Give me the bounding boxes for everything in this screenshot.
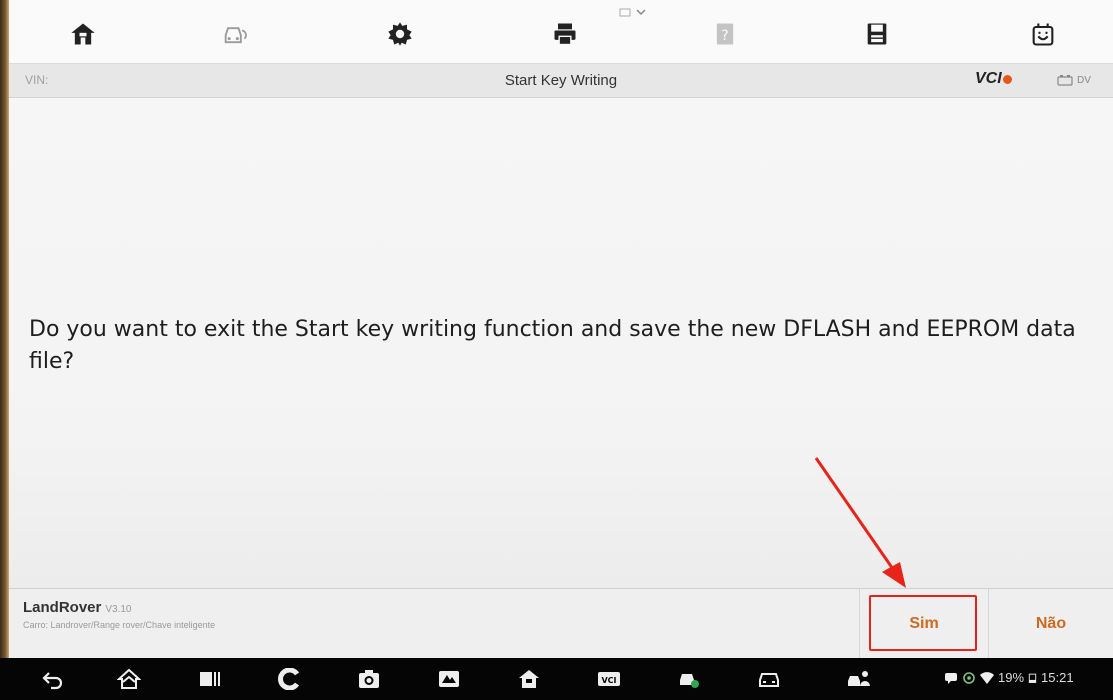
svg-text:?: ?: [721, 28, 728, 44]
recent-apps-icon[interactable]: [196, 667, 222, 691]
vehicle-data-icon[interactable]: [436, 667, 462, 691]
vehicle-make: LandRover V3.10: [23, 599, 132, 616]
save-icon[interactable]: [859, 16, 895, 52]
vci-connection-dot: [1002, 75, 1012, 84]
back-icon[interactable]: [40, 667, 66, 691]
vehicle-swap-icon[interactable]: [217, 16, 253, 52]
remote-support-icon[interactable]: [846, 667, 872, 691]
battery-icon: [1028, 673, 1037, 683]
vci-logo-text: VCI: [975, 70, 1002, 87]
vehicle-path: Carro: Landrover/Range rover/Chave intel…: [23, 620, 216, 630]
svg-text:VCI: VCI: [601, 676, 616, 685]
top-toolbar: ?: [9, 0, 1113, 64]
clock: 15:21: [1041, 670, 1074, 685]
settings-icon[interactable]: [382, 16, 418, 52]
confirmation-message: Do you want to exit the Start key writin…: [29, 317, 1076, 374]
title-bar: VIN: Start Key Writing VCI DV: [9, 64, 1113, 98]
car-icon[interactable]: [756, 667, 782, 691]
app-home-icon[interactable]: [516, 667, 542, 691]
browser-icon[interactable]: [276, 667, 302, 691]
software-version: V3.10: [105, 604, 132, 615]
feedback-icon[interactable]: [1025, 16, 1061, 52]
make-label: LandRover: [23, 599, 102, 616]
wifi-icon: [980, 671, 994, 684]
main-content: Do you want to exit the Start key writin…: [9, 98, 1113, 588]
toolbar-collapse-handle[interactable]: [619, 4, 649, 17]
home-icon[interactable]: [65, 16, 101, 52]
vehicle-battery-status: DV: [1057, 74, 1091, 86]
device-bezel: [0, 0, 9, 660]
car-battery-icon: [1057, 75, 1073, 86]
battery-percent: 19%: [998, 670, 1025, 685]
sync-icon: [963, 671, 975, 684]
android-home-icon[interactable]: [116, 667, 142, 691]
page-title: Start Key Writing: [504, 72, 618, 89]
vci-manager-icon[interactable]: VCI: [596, 667, 622, 691]
system-nav-bar: VCI 19% 15:21: [0, 658, 1113, 700]
help-icon[interactable]: ?: [707, 16, 743, 52]
no-button[interactable]: Não: [989, 589, 1113, 659]
message-icon: [945, 672, 957, 684]
action-bar: LandRover V3.10 Carro: Landrover/Range ro…: [9, 588, 1113, 659]
print-icon[interactable]: [547, 16, 583, 52]
screenshot-icon[interactable]: [356, 667, 382, 691]
status-tray: 19% 15:21: [944, 670, 1074, 685]
battery-voltage-label: DV: [1077, 74, 1091, 86]
car-status-icon[interactable]: [676, 667, 702, 691]
yes-button[interactable]: Sim: [860, 589, 988, 659]
vci-status-logo: VCI: [975, 70, 1012, 88]
